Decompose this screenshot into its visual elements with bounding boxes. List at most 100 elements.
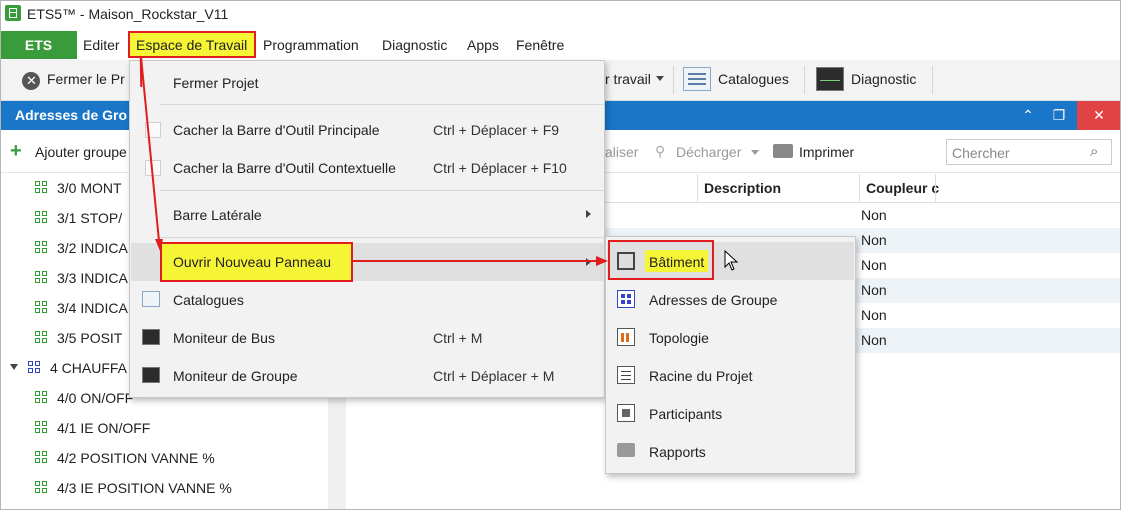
submenu-item-participants[interactable]: Participants	[649, 406, 722, 422]
tree-item[interactable]: 3/2 INDICA	[35, 233, 128, 263]
coupleur-cell: Non	[861, 207, 887, 223]
menu-editer[interactable]: Editer	[83, 31, 120, 59]
close-panel-icon[interactable]: ✕	[1077, 101, 1121, 130]
tree-item[interactable]: 3/1 STOP/	[35, 203, 122, 233]
group-address-icon	[35, 241, 49, 255]
group-address-icon	[35, 331, 49, 345]
column-divider	[935, 174, 936, 202]
tree-item[interactable]: 3/4 INDICA	[35, 293, 128, 323]
submenu-item-batiment-label: Bâtiment	[649, 254, 705, 270]
tree-item-label: 3/4 INDICA	[57, 300, 128, 316]
group-address-icon	[35, 271, 49, 285]
submenu-arrow-icon	[586, 210, 591, 218]
tree-item[interactable]: 3/3 INDICA	[35, 263, 128, 293]
column-header-description[interactable]: Description	[704, 174, 781, 202]
coupleur-cell: Non	[861, 257, 887, 273]
menu-separator	[160, 104, 604, 105]
collapse-panel-icon[interactable]: ⌃	[1013, 101, 1043, 130]
submenu-item-group-addresses[interactable]: Adresses de Groupe	[649, 292, 777, 308]
tree-item-label: 3/1 STOP/	[57, 210, 123, 226]
printer-icon	[773, 144, 793, 158]
annotation-arrow	[352, 256, 608, 266]
participants-icon	[617, 404, 635, 422]
tree-item-label: 4/2 POSITION VANNE %	[57, 450, 215, 466]
topology-icon	[617, 328, 635, 346]
group-addresses-icon	[617, 290, 635, 308]
menu-item-hide-main-toolbar[interactable]: Cacher la Barre d'Outil Principale	[173, 122, 380, 138]
group-address-icon	[35, 481, 49, 495]
tree-item[interactable]: 3/5 POSIT	[35, 323, 122, 353]
unload-icon: ⚲	[655, 143, 666, 159]
menu-programmation[interactable]: Programmation	[263, 31, 359, 59]
group-address-icon	[35, 301, 49, 315]
catalogs-button[interactable]: Catalogues	[718, 60, 789, 100]
menu-diagnostic[interactable]: Diagnostic	[382, 31, 447, 59]
group-address-icon	[35, 451, 49, 465]
menu-fenetre[interactable]: Fenêtre	[516, 31, 564, 59]
coupleur-cell: Non	[861, 307, 887, 323]
print-button[interactable]: Imprimer	[799, 144, 854, 160]
window-title: ETS5™ - Maison_Rockstar_V11	[27, 6, 229, 22]
realiser-button[interactable]: aliser	[605, 144, 638, 160]
toolbar-divider	[932, 66, 933, 94]
tree-item[interactable]: 4/2 POSITION VANNE %	[35, 443, 215, 473]
menu-item-hide-context-toolbar[interactable]: Cacher la Barre d'Outil Contextuelle	[173, 160, 396, 176]
panel-title: Adresses de Gro	[15, 107, 128, 123]
menu-shortcut: Ctrl + Déplacer + F10	[433, 160, 567, 176]
tree-item[interactable]: 4/3 IE POSITION VANNE %	[35, 473, 232, 503]
diagnostic-icon	[816, 67, 844, 91]
menu-shortcut: Ctrl + M	[433, 330, 483, 346]
tree-group[interactable]: 4 CHAUFFA	[28, 353, 127, 383]
submenu-item-project-root[interactable]: Racine du Projet	[649, 368, 753, 384]
menu-separator	[160, 190, 604, 191]
add-group-button[interactable]: Ajouter groupe	[35, 144, 127, 160]
menu-item-bus-monitor[interactable]: Moniteur de Bus	[173, 330, 275, 346]
tree-item-label: 4/3 IE POSITION VANNE %	[57, 480, 232, 496]
search-icon[interactable]: ⌕	[1090, 143, 1098, 160]
annotation-arrow	[140, 56, 163, 251]
submenu-item-reports[interactable]: Rapports	[649, 444, 706, 460]
tree-item[interactable]: 4/1 IE ON/OFF	[35, 413, 150, 443]
menu-apps[interactable]: Apps	[467, 31, 499, 59]
menu-item-catalogs[interactable]: Catalogues	[173, 292, 244, 308]
coupleur-cell: Non	[861, 232, 887, 248]
menu-shortcut: Ctrl + Déplacer + M	[433, 368, 555, 384]
chevron-down-icon	[656, 76, 664, 81]
group-address-icon	[35, 421, 49, 435]
diagnostic-button[interactable]: Diagnostic	[851, 60, 916, 100]
column-header-coupleur[interactable]: Coupleur c	[866, 174, 939, 202]
search-placeholder: Chercher	[952, 145, 1010, 161]
toolbar-divider	[804, 66, 805, 94]
ets-app-icon	[5, 5, 21, 21]
group-monitor-icon	[142, 367, 160, 383]
menu-espace-de-travail[interactable]: Espace de Travail	[128, 31, 256, 58]
toolbar-divider	[673, 66, 674, 94]
expand-arrow-icon[interactable]	[10, 364, 18, 370]
group-address-icon	[35, 391, 49, 405]
tree-item-label: 3/2 INDICA	[57, 240, 128, 256]
tree-item-label: 3/0 MONT	[57, 180, 122, 196]
menu-item-open-new-panel-label: Ouvrir Nouveau Panneau	[173, 254, 331, 270]
unload-button[interactable]: Décharger	[676, 144, 741, 160]
mouse-cursor-icon	[724, 250, 739, 271]
close-project-button[interactable]: Fermer le Pr	[47, 60, 125, 100]
coupleur-cell: Non	[861, 332, 887, 348]
bus-monitor-icon	[142, 329, 160, 345]
menu-item-group-monitor[interactable]: Moniteur de Groupe	[173, 368, 298, 384]
tree-group-label: 4 CHAUFFA	[50, 360, 128, 376]
plus-icon: +	[10, 140, 22, 162]
menu-item-close-project[interactable]: Fermer Projet	[173, 75, 259, 91]
tree-item[interactable]: 4/0 ON/OFF	[35, 383, 133, 413]
restore-panel-icon[interactable]: ❐	[1044, 101, 1074, 130]
group-address-icon	[35, 211, 49, 225]
ets-menu-tab[interactable]: ETS	[0, 31, 77, 59]
menu-item-sidebar[interactable]: Barre Latérale	[173, 207, 262, 223]
column-divider	[697, 174, 698, 202]
coupleur-cell: Non	[861, 282, 887, 298]
catalogs-icon	[683, 67, 711, 91]
submenu-item-topology[interactable]: Topologie	[649, 330, 709, 346]
catalogs-icon	[142, 291, 160, 307]
workspace-button[interactable]: r travail	[605, 60, 651, 100]
tree-item[interactable]: 3/0 MONT	[35, 173, 122, 203]
reports-icon	[617, 443, 635, 457]
